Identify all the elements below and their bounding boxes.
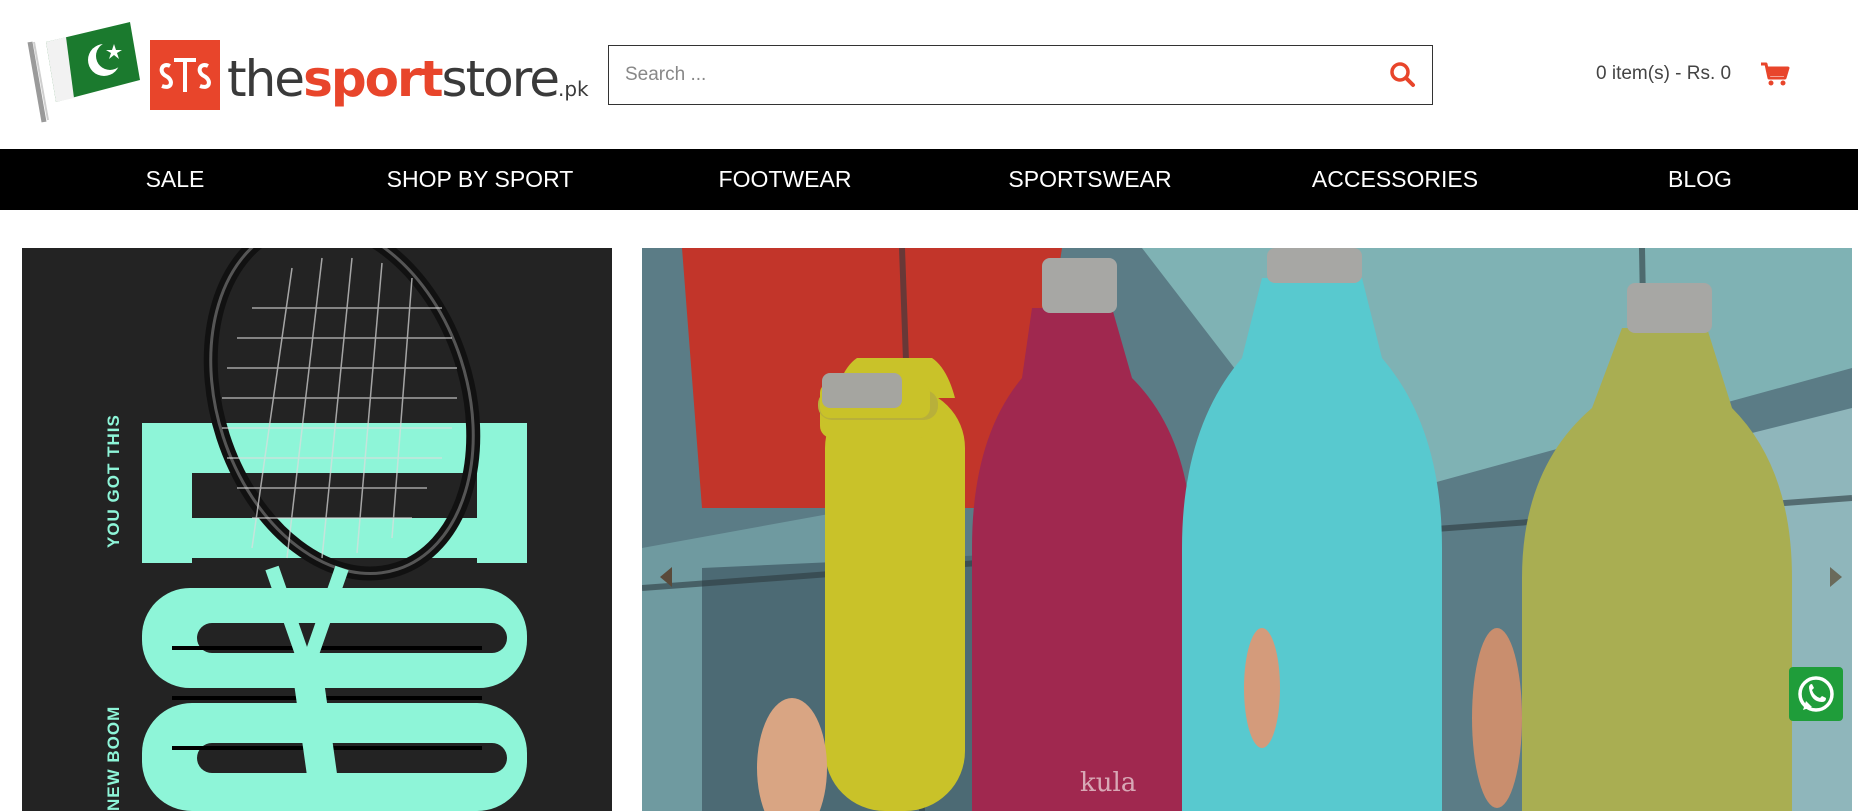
nav-item-shop-by-sport[interactable]: SHOP BY SPORT xyxy=(387,149,574,210)
cart-widget[interactable]: 0 item(s) - Rs. 0 xyxy=(1596,56,1791,92)
promo-tagline: YOU GOT THIS xyxy=(104,414,123,548)
promo-banner[interactable]: YOU GOT THIS NEW BOOM xyxy=(22,248,612,811)
search-button[interactable] xyxy=(1388,60,1418,90)
main-nav: SALE SHOP BY SPORT FOOTWEAR SPORTSWEAR A… xyxy=(0,149,1858,210)
search-box xyxy=(608,45,1433,105)
promo-subline: NEW BOOM xyxy=(104,705,123,811)
cart-icon[interactable] xyxy=(1759,61,1791,87)
search-icon xyxy=(1390,62,1415,87)
hero-slider[interactable]: kula xyxy=(642,248,1852,811)
site-header: thesportstore.pk 0 item(s) - Rs. 0 xyxy=(0,0,1858,149)
nav-item-blog[interactable]: BLOG xyxy=(1668,149,1732,210)
site-logo[interactable]: thesportstore.pk xyxy=(22,20,589,128)
logo-word-store: store xyxy=(441,50,560,108)
logo-wordmark: thesportstore.pk xyxy=(227,50,589,108)
logo-word-the: the xyxy=(227,50,305,108)
sts-badge xyxy=(150,40,220,110)
bottle-brand-label: kula xyxy=(1080,768,1137,798)
whatsapp-button[interactable] xyxy=(1789,667,1843,721)
pakistan-flag-icon xyxy=(27,22,140,123)
cart-summary[interactable]: 0 item(s) - Rs. 0 xyxy=(1596,63,1731,85)
nav-item-accessories[interactable]: ACCESSORIES xyxy=(1312,149,1478,210)
logo-word-sport: sport xyxy=(303,50,443,108)
chevron-left-icon[interactable] xyxy=(652,562,682,592)
chevron-right-icon[interactable] xyxy=(1820,562,1850,592)
search-input[interactable] xyxy=(609,46,1369,104)
nav-item-sale[interactable]: SALE xyxy=(146,149,205,210)
sts-monogram-icon xyxy=(159,58,211,92)
nav-item-sportswear[interactable]: SPORTSWEAR xyxy=(1008,149,1171,210)
logo-tld: .pk xyxy=(558,77,589,101)
whatsapp-icon xyxy=(1798,676,1834,712)
nav-item-footwear[interactable]: FOOTWEAR xyxy=(719,149,852,210)
water-bottles-photo xyxy=(642,248,1852,811)
